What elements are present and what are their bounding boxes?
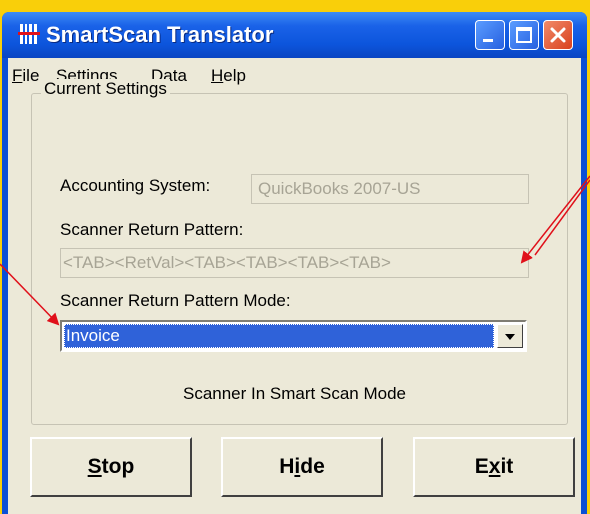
window-title: SmartScan Translator <box>46 22 274 47</box>
exit-pre: E <box>474 455 489 478</box>
close-button[interactable] <box>543 20 573 50</box>
menu-file-label: ile <box>22 66 40 85</box>
scanner-return-pattern-field[interactable]: <TAB><RetVal><TAB><TAB><TAB><TAB> <box>60 248 529 278</box>
menu-file[interactable]: File <box>12 66 39 86</box>
hide-label: de <box>300 455 325 478</box>
maximize-button[interactable] <box>509 20 539 50</box>
close-icon <box>550 27 566 43</box>
stop-mnemonic: S <box>87 455 102 478</box>
accounting-system-label: Accounting System: <box>60 176 211 195</box>
group-title: Current Settings <box>41 79 170 99</box>
menu-help[interactable]: Help <box>211 66 246 86</box>
accounting-system-field[interactable]: QuickBooks 2007-US <box>251 174 529 204</box>
pattern-mode-dropdown[interactable]: Invoice <box>60 320 527 352</box>
exit-button[interactable]: Ex it <box>413 437 575 497</box>
dropdown-arrow-icon <box>505 334 515 340</box>
minimize-icon <box>483 39 493 42</box>
dropdown-button[interactable] <box>497 324 523 348</box>
pattern-mode-selected: Invoice <box>64 324 494 348</box>
background <box>0 0 590 12</box>
menu-help-mnemonic: H <box>211 66 224 85</box>
menu-help-label: elp <box>223 66 246 85</box>
exit-label: it <box>500 455 514 478</box>
exit-mnemonic: x <box>488 455 501 478</box>
maximize-icon <box>516 27 532 43</box>
status-text: Scanner In Smart Scan Mode <box>182 384 406 403</box>
minimize-button[interactable] <box>475 20 505 50</box>
title-bar[interactable]: SmartScan Translator <box>2 12 587 58</box>
hide-pre: H <box>279 455 295 478</box>
pattern-mode-label: Scanner Return Pattern Mode: <box>60 291 291 310</box>
stop-label: top <box>101 455 135 478</box>
app-icon <box>18 24 40 44</box>
scanner-return-pattern-label: Scanner Return Pattern: <box>60 220 244 239</box>
menu-file-mnemonic: F <box>12 66 23 85</box>
stop-button[interactable]: Stop <box>30 437 192 497</box>
hide-button[interactable]: Hi de <box>221 437 383 497</box>
